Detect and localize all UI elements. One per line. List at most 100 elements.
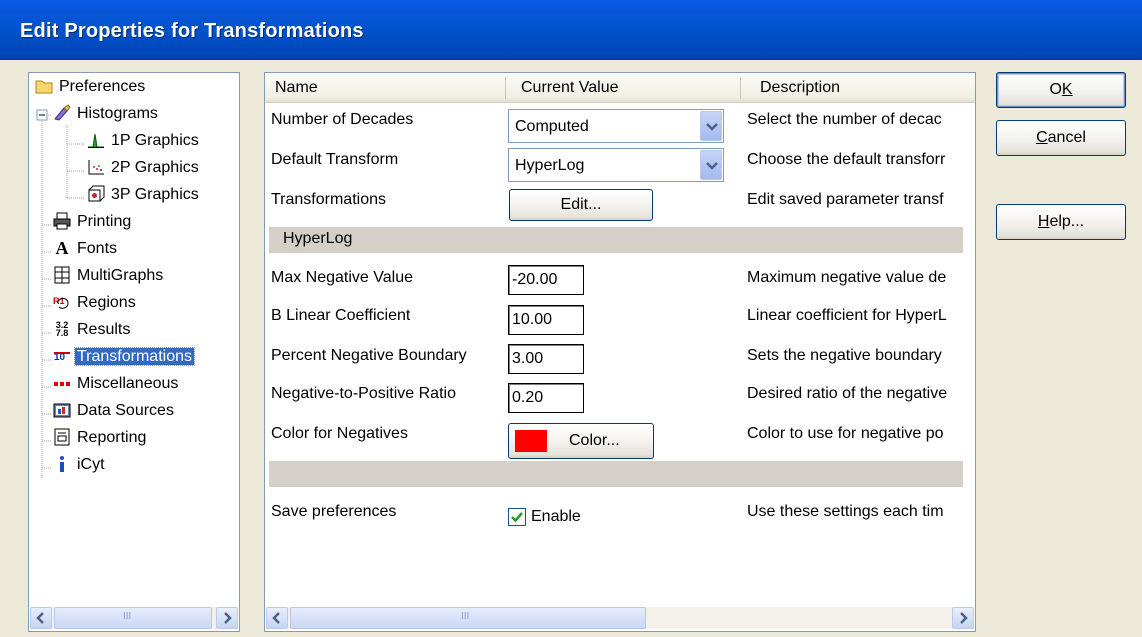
scroll-grip: III bbox=[123, 611, 132, 622]
dropdown-button[interactable] bbox=[700, 150, 722, 180]
button-label: Color... bbox=[569, 432, 620, 449]
tree-label: 1P Graphics bbox=[111, 132, 199, 149]
tree-item-preferences[interactable]: Preferences bbox=[35, 75, 147, 99]
b-linear-coefficient-input[interactable]: 10.00 bbox=[508, 305, 584, 335]
button-mnemonic: C bbox=[1036, 129, 1048, 146]
percent-negative-boundary-input[interactable]: 3.00 bbox=[508, 344, 584, 374]
chevron-down-icon bbox=[706, 123, 718, 131]
row-label-number-of-decades: Number of Decades bbox=[271, 111, 414, 128]
report-icon bbox=[54, 428, 70, 446]
tree-item-1p-graphics[interactable]: 1P Graphics bbox=[87, 129, 201, 153]
scroll-left-button[interactable] bbox=[266, 607, 288, 629]
tree-label: 3P Graphics bbox=[111, 186, 199, 203]
save-preferences-checkbox[interactable] bbox=[508, 508, 526, 526]
ok-button[interactable]: OK bbox=[996, 72, 1126, 108]
negative-to-positive-ratio-input[interactable]: 0.20 bbox=[508, 383, 584, 413]
row-label-max-negative-value: Max Negative Value bbox=[271, 269, 413, 286]
column-header-description[interactable]: Description bbox=[760, 73, 840, 103]
cancel-button[interactable]: Cancel bbox=[996, 120, 1126, 156]
folder-icon bbox=[35, 80, 53, 94]
checkbox-label-enable[interactable]: Enable bbox=[531, 508, 581, 526]
row-description: Sets the negative boundary bbox=[747, 347, 942, 364]
column-separator[interactable] bbox=[740, 77, 741, 99]
tree-label: iCyt bbox=[77, 456, 105, 473]
tree-item-printing[interactable]: Printing bbox=[53, 210, 133, 234]
column-header-current-value[interactable]: Current Value bbox=[521, 73, 619, 103]
tree-item-2p-graphics[interactable]: 2P Graphics bbox=[87, 156, 201, 180]
tree-label: Data Sources bbox=[77, 402, 174, 419]
max-negative-value-input[interactable]: -20.00 bbox=[508, 265, 584, 295]
regions-icon: R1 bbox=[53, 293, 71, 311]
tree-label: Regions bbox=[77, 294, 136, 311]
select-value: HyperLog bbox=[515, 157, 585, 174]
scroll-thumb[interactable]: III bbox=[290, 607, 646, 629]
tree-label: Histograms bbox=[77, 105, 158, 122]
3p-graph-icon bbox=[88, 185, 105, 202]
tree-item-miscellaneous[interactable]: Miscellaneous bbox=[53, 372, 180, 396]
tree-item-histograms[interactable]: Histograms bbox=[53, 102, 160, 126]
section-header-empty bbox=[269, 461, 963, 487]
row-description: Desired ratio of the negative bbox=[747, 385, 948, 402]
property-grid[interactable]: Name Current Value Description Number of… bbox=[264, 72, 976, 632]
row-description: Linear coefficient for HyperL bbox=[747, 307, 947, 324]
tree-item-data-sources[interactable]: Data Sources bbox=[53, 399, 176, 423]
section-label: HyperLog bbox=[283, 230, 353, 247]
row-description: Maximum negative value de bbox=[747, 269, 947, 286]
tree-item-multigraphs[interactable]: MultiGraphs bbox=[53, 264, 165, 288]
dropdown-button[interactable] bbox=[700, 111, 722, 141]
button-label: Edit... bbox=[560, 196, 602, 213]
tree-label: 2P Graphics bbox=[111, 159, 199, 176]
info-icon bbox=[60, 455, 64, 472]
window-title: Edit Properties for Transformations bbox=[20, 20, 364, 42]
select-value: Computed bbox=[515, 118, 589, 135]
number-of-decades-select[interactable]: Computed bbox=[508, 109, 724, 143]
histogram-icon bbox=[54, 104, 71, 121]
scroll-right-button[interactable] bbox=[952, 607, 974, 629]
row-description: Color to use for negative po bbox=[747, 425, 944, 442]
row-description: Use these settings each tim bbox=[747, 503, 944, 520]
multigraph-icon bbox=[54, 266, 70, 284]
tree-item-regions[interactable]: R1 Regions bbox=[53, 291, 138, 315]
tree-item-3p-graphics[interactable]: 3P Graphics bbox=[87, 183, 201, 207]
scroll-left-button[interactable] bbox=[30, 607, 52, 629]
chevron-left-icon bbox=[36, 612, 44, 624]
font-icon: A bbox=[55, 237, 69, 258]
tree-item-results[interactable]: 3.2 7.8 Results bbox=[53, 318, 132, 342]
scroll-thumb[interactable]: III bbox=[54, 607, 212, 629]
tree-item-icyt[interactable]: iCyt bbox=[53, 453, 107, 477]
default-transform-select[interactable]: HyperLog bbox=[508, 148, 724, 182]
tree-label: Printing bbox=[77, 213, 132, 230]
chevron-down-icon bbox=[706, 162, 718, 170]
button-label: ancel bbox=[1047, 129, 1086, 146]
misc-icon bbox=[54, 381, 70, 386]
help-button[interactable]: Help... bbox=[996, 204, 1126, 240]
tree-label: Reporting bbox=[77, 429, 147, 446]
tree-label: Results bbox=[77, 321, 131, 338]
preferences-tree[interactable]: Preferences Histograms 1P Graphics 2P Gr… bbox=[28, 72, 240, 632]
grid-horizontal-scrollbar[interactable]: III bbox=[266, 607, 974, 629]
scroll-right-button[interactable] bbox=[216, 607, 238, 629]
tree-item-fonts[interactable]: A Fonts bbox=[53, 237, 119, 261]
data-source-icon bbox=[53, 403, 71, 418]
color-for-negatives-button[interactable]: Color... bbox=[508, 423, 654, 459]
tree-item-reporting[interactable]: Reporting bbox=[53, 426, 148, 450]
tree-horizontal-scrollbar[interactable]: III bbox=[30, 607, 238, 629]
color-swatch bbox=[515, 430, 547, 452]
section-header-hyperlog: HyperLog bbox=[269, 227, 963, 253]
1p-graph-icon bbox=[88, 133, 104, 148]
printer-icon bbox=[53, 212, 71, 230]
column-header-name[interactable]: Name bbox=[275, 73, 318, 103]
button-label: elp... bbox=[1049, 213, 1085, 230]
tree-label: Transformations bbox=[74, 347, 195, 366]
title-bar[interactable]: Edit Properties for Transformations bbox=[0, 0, 1142, 60]
chevron-right-icon bbox=[224, 612, 232, 624]
grid-header: Name Current Value Description bbox=[265, 73, 975, 103]
column-separator[interactable] bbox=[505, 77, 506, 99]
chevron-left-icon bbox=[272, 612, 280, 624]
row-label-color-for-negatives: Color for Negatives bbox=[271, 425, 408, 442]
row-description: Choose the default transforr bbox=[747, 151, 946, 168]
edit-transformations-button[interactable]: Edit... bbox=[509, 189, 653, 221]
row-label-default-transform: Default Transform bbox=[271, 151, 399, 168]
row-label-percent-negative-boundary: Percent Negative Boundary bbox=[271, 347, 467, 364]
tree-item-transformations[interactable]: 10 Transformations bbox=[53, 345, 195, 369]
